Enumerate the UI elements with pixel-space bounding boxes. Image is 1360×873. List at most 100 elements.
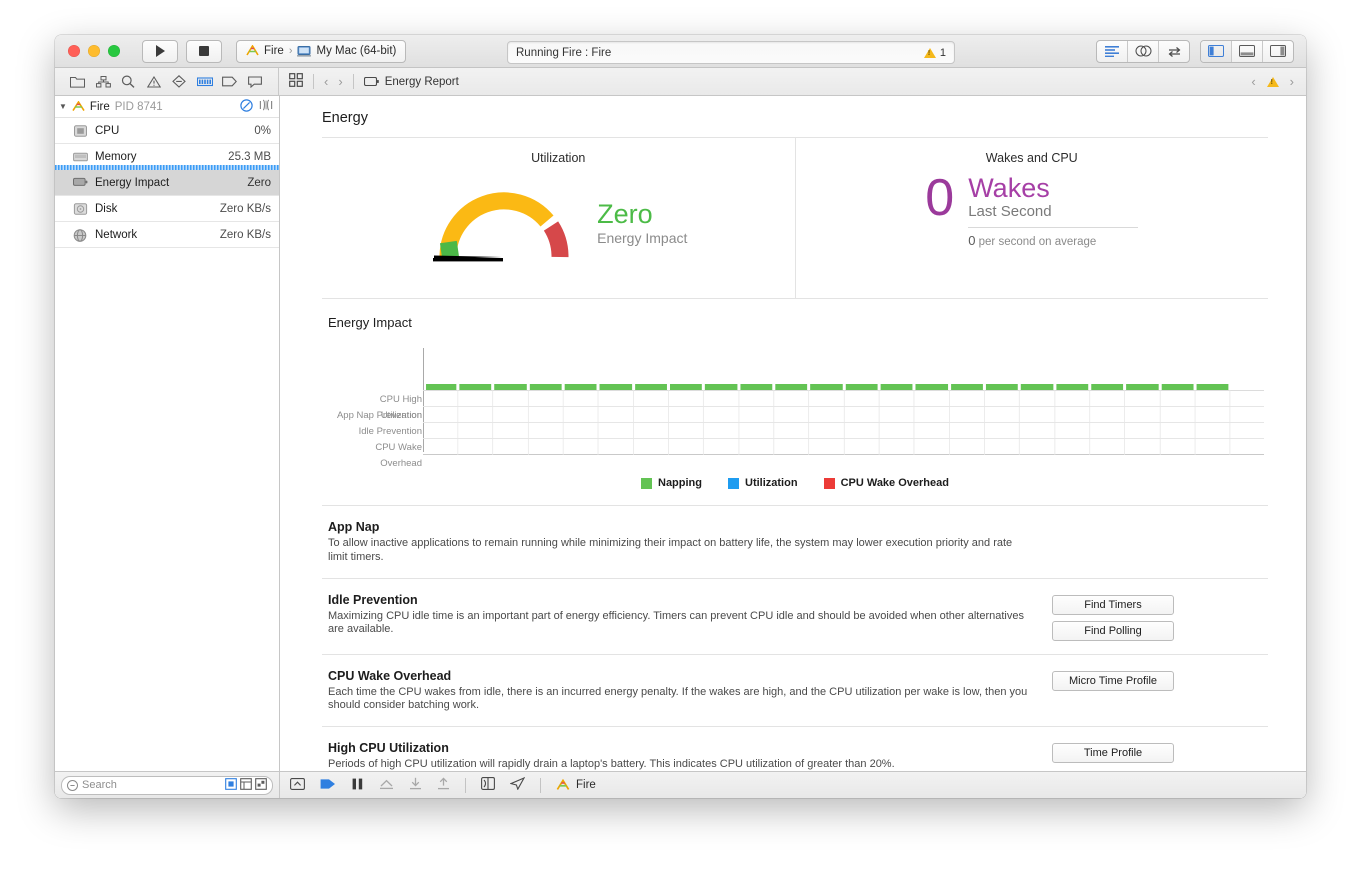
comment-icon[interactable] xyxy=(245,72,265,92)
debug-bar: Fire xyxy=(280,771,1306,798)
step-over-icon[interactable] xyxy=(379,778,394,793)
step-into-icon[interactable] xyxy=(409,777,422,793)
section-cpu-wake-overhead: CPU Wake Overhead Each time the CPU wake… xyxy=(322,655,1268,727)
utilization-gauge-row: Zero Energy Impact xyxy=(429,179,687,267)
navigator-row-value: 25.3 MB xyxy=(228,150,271,163)
wakes-panel: Wakes and CPU 0 Wakes Last Second 0 per … xyxy=(796,138,1269,298)
section-body: Periods of high CPU utilization will rap… xyxy=(328,758,895,770)
chart-title: Energy Impact xyxy=(328,315,412,330)
previous-issue-button[interactable]: ‹ xyxy=(1251,74,1255,89)
mac-icon xyxy=(297,45,312,57)
filter-scope-icon[interactable] xyxy=(255,777,267,793)
search-icon[interactable] xyxy=(118,72,138,92)
toggle-debug-button[interactable] xyxy=(1232,40,1263,62)
legend-label: CPU Wake Overhead xyxy=(840,477,949,489)
navigator-row-label: Disk xyxy=(95,202,118,215)
stop-button[interactable] xyxy=(186,39,222,63)
assistant-editor-button[interactable] xyxy=(1128,40,1159,62)
close-button[interactable] xyxy=(68,45,80,57)
warning-icon[interactable] xyxy=(144,72,164,92)
energy-impact-caption: Energy Impact xyxy=(597,229,688,246)
find-polling-button[interactable]: Find Polling xyxy=(1052,620,1174,641)
find-timers-button[interactable]: Find Timers xyxy=(1052,594,1174,615)
step-out-icon[interactable] xyxy=(437,777,450,793)
scheme-selector[interactable]: Fire › My Mac (64-bit) xyxy=(236,39,407,63)
section-idle-prevention: Idle Prevention Maximizing CPU idle time… xyxy=(322,579,1268,654)
jump-bar: ‹ › Energy Report xyxy=(279,73,459,90)
window-titlebar: Fire › My Mac (64-bit) Running Fire : Fi… xyxy=(55,35,1306,68)
navigator-row-disk[interactable]: Disk Zero KB/s xyxy=(55,196,279,222)
standard-editor-button[interactable] xyxy=(1097,40,1128,62)
window-body: ▼ Fire PID 8741 CPU 0% Memory 25.3 MB En… xyxy=(55,96,1306,798)
navigator-row-energy-impact[interactable]: Energy Impact Zero xyxy=(55,170,279,196)
activity-status-field[interactable]: Running Fire : Fire 1 xyxy=(507,41,955,64)
zoom-button[interactable] xyxy=(108,45,120,57)
section-text: High CPU Utilization Periods of high CPU… xyxy=(328,741,1052,771)
navigator-row-memory[interactable]: Memory 25.3 MB xyxy=(55,144,279,170)
stop-icon xyxy=(199,46,209,56)
micro-time-profile-button[interactable]: Micro Time Profile xyxy=(1052,670,1174,691)
search-field[interactable]: Search xyxy=(61,775,273,795)
forward-button[interactable]: › xyxy=(338,74,342,89)
wakes-period: Last Second xyxy=(968,203,1052,220)
wakes-average-value: 0 xyxy=(968,233,976,248)
view-debug-icon[interactable] xyxy=(481,777,495,793)
toggle-navigator-button[interactable] xyxy=(1201,40,1232,62)
view-toggle-icon[interactable] xyxy=(259,99,273,114)
navigator-row-cpu[interactable]: CPU 0% xyxy=(55,118,279,144)
hide-debug-icon[interactable] xyxy=(290,777,305,793)
legend-item: Napping xyxy=(641,477,702,489)
chart-row-label: Idle Prevention xyxy=(358,426,422,437)
wakes-unit: Wakes xyxy=(968,173,1050,203)
location-icon[interactable] xyxy=(509,776,526,793)
navigator-row-value: Zero xyxy=(247,176,271,189)
debug-navigator-icon[interactable] xyxy=(195,72,215,92)
status-warnings[interactable]: 1 xyxy=(923,47,946,59)
navigator-filter-bar: Search xyxy=(55,771,279,798)
version-editor-button[interactable] xyxy=(1159,41,1189,62)
pause-circle-icon[interactable] xyxy=(240,98,253,115)
wakes-average: 0 per second on average xyxy=(968,233,1138,248)
instruments-icon xyxy=(246,45,259,56)
legend-item: Utilization xyxy=(728,477,798,489)
filter-range-icon[interactable] xyxy=(240,777,252,793)
energy-report-editor: Energy Utilization Zero Energy Impact Wa… xyxy=(280,96,1306,798)
continue-icon[interactable] xyxy=(320,778,336,793)
pause-icon[interactable] xyxy=(351,778,364,793)
section-text: Idle Prevention Maximizing CPU idle time… xyxy=(328,593,1052,638)
section-actions: Find Timers Find Polling xyxy=(1052,593,1174,641)
wakes-divider xyxy=(968,227,1139,228)
run-button[interactable] xyxy=(142,39,178,63)
breakpoint-icon[interactable] xyxy=(169,72,189,92)
search-icon xyxy=(67,779,78,791)
debug-process-selector[interactable]: Fire xyxy=(556,779,596,791)
next-issue-button[interactable]: › xyxy=(1290,74,1294,89)
grid-icon[interactable] xyxy=(289,73,303,90)
minimize-button[interactable] xyxy=(88,45,100,57)
jump-divider-2 xyxy=(352,74,354,89)
standard-editor-icon xyxy=(1105,45,1119,57)
search-placeholder: Search xyxy=(82,779,117,791)
chart-row-label: CPU Wake Overhead xyxy=(375,442,422,469)
tag-icon[interactable] xyxy=(220,72,240,92)
folder-icon[interactable] xyxy=(68,72,88,92)
warning-icon[interactable] xyxy=(1266,76,1279,87)
navigator-selector-bar xyxy=(55,68,279,95)
jump-divider-1 xyxy=(313,74,314,89)
disclosure-triangle-icon[interactable]: ▼ xyxy=(59,102,67,111)
toggle-utilities-button[interactable] xyxy=(1263,41,1293,62)
time-profile-button[interactable]: Time Profile xyxy=(1052,743,1174,763)
back-button[interactable]: ‹ xyxy=(324,74,328,89)
filter-buttons xyxy=(225,777,267,793)
navigator-row-network[interactable]: Network Zero KB/s xyxy=(55,222,279,248)
filter-all-icon[interactable] xyxy=(225,777,237,793)
navigator-row-value: Zero KB/s xyxy=(219,228,271,241)
energy-gauge-icon xyxy=(433,192,569,262)
hierarchy-icon[interactable] xyxy=(93,72,113,92)
breadcrumb[interactable]: Energy Report xyxy=(363,76,459,88)
napping-series xyxy=(426,384,1229,390)
version-editor-icon xyxy=(1168,46,1180,57)
legend-label: Utilization xyxy=(745,477,798,489)
page-title: Energy xyxy=(322,110,368,126)
process-header[interactable]: ▼ Fire PID 8741 xyxy=(55,96,279,118)
